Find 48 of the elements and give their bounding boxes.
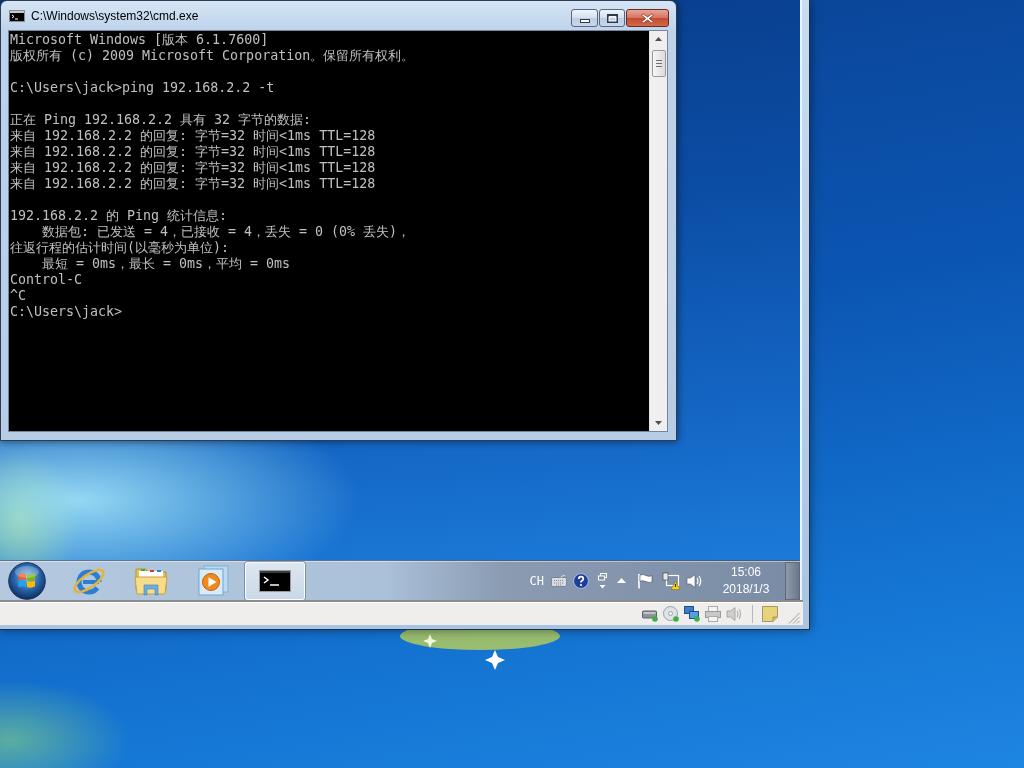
- input-language-indicator[interactable]: CH: [529, 573, 544, 588]
- console-line: 来自 192.168.2.2 的回复: 字节=32 时间<1ms TTL=128: [10, 160, 376, 176]
- start-orb-icon[interactable]: [8, 561, 46, 600]
- resize-grip-icon[interactable]: [788, 612, 800, 624]
- console-line: ^C: [10, 288, 26, 304]
- console-icon[interactable]: [259, 569, 291, 592]
- maximize-icon: [606, 13, 618, 23]
- printer-icon[interactable]: [705, 605, 721, 622]
- console-line: 192.168.2.2 的 Ping 统计信息:: [10, 208, 228, 224]
- console-icon[interactable]: [9, 9, 25, 22]
- scroll-up-icon[interactable]: [655, 37, 662, 41]
- close-button[interactable]: [626, 9, 669, 27]
- scrollbar-thumb[interactable]: [651, 50, 666, 77]
- console-line: 来自 192.168.2.2 的回复: 字节=32 时间<1ms TTL=128: [10, 128, 376, 144]
- console-line: Microsoft Windows [版本 6.1.7600]: [10, 32, 269, 48]
- console-line: 来自 192.168.2.2 的回复: 字节=32 时间<1ms TTL=128: [10, 144, 376, 160]
- console-line: C:\Users\jack>ping 192.168.2.2 -t: [10, 80, 275, 96]
- play-icon[interactable]: [197, 564, 229, 597]
- console-line: C:\Users\jack>: [10, 304, 123, 320]
- console-line: 往返行程的估计时间(以毫秒为单位):: [10, 240, 230, 256]
- console-line: Control-C: [10, 272, 83, 288]
- clock-time[interactable]: 15:06: [731, 564, 761, 580]
- console-line: 来自 192.168.2.2 的回复: 字节=32 时间<1ms TTL=128: [10, 176, 376, 192]
- note-icon[interactable]: [762, 605, 778, 622]
- flag-icon[interactable]: [637, 572, 653, 589]
- scroll-down-icon[interactable]: [655, 421, 662, 425]
- minimize-button[interactable]: [571, 9, 598, 27]
- show-desktop-button[interactable]: [785, 561, 800, 600]
- clock-date[interactable]: 2018/1/3: [722, 581, 770, 597]
- speaker-icon[interactable]: [686, 572, 702, 589]
- console-line: 版权所有 (c) 2009 Microsoft Corporation。保留所有权利。: [10, 48, 415, 64]
- folder-icon[interactable]: [134, 565, 168, 596]
- minimize-icon: [579, 19, 590, 23]
- help-icon[interactable]: [573, 572, 589, 589]
- taskbar-button[interactable]: [245, 561, 305, 600]
- window-stack-icon[interactable]: [598, 572, 607, 589]
- keyboard-icon[interactable]: [551, 574, 567, 587]
- close-icon: [641, 12, 654, 24]
- scrollbar[interactable]: [649, 31, 667, 431]
- network-icon[interactable]: [684, 605, 700, 622]
- console-line: 数据包: 已发送 = 4，已接收 = 4，丢失 = 0 (0% 丢失)，: [41, 224, 411, 240]
- caret-up-icon[interactable]: [617, 578, 626, 583]
- disc-icon[interactable]: [663, 605, 679, 622]
- console-line: 正在 Ping 192.168.2.2 具有 32 字节的数据:: [10, 112, 312, 128]
- console-line: 最短 = 0ms，最长 = 0ms，平均 = 0ms: [41, 256, 291, 272]
- network-warning-icon[interactable]: [662, 571, 680, 590]
- window-title: C:\Windows\system32\cmd.exe: [31, 8, 199, 23]
- maximize-button[interactable]: [599, 9, 625, 27]
